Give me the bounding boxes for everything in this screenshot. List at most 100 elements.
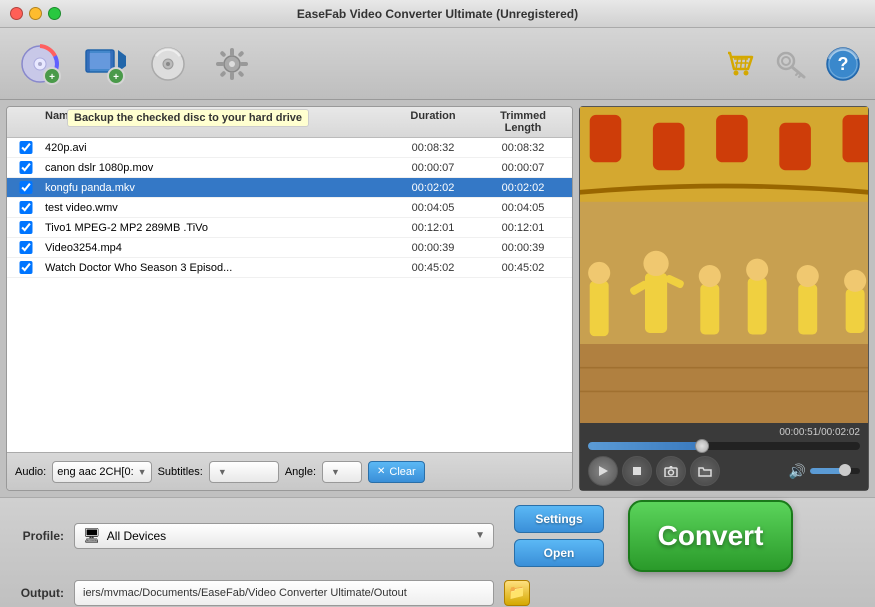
- close-button[interactable]: [10, 7, 23, 20]
- file-trimmed: 00:00:07: [478, 162, 568, 174]
- playback-controls: 🔊: [588, 456, 860, 486]
- play-button[interactable]: [588, 456, 618, 486]
- snapshot-button[interactable]: [656, 456, 686, 486]
- file-list-body: 420p.avi 00:08:32 00:08:32 canon dslr 10…: [7, 138, 572, 452]
- time-display: 00:00:51/00:02:02: [588, 427, 860, 438]
- file-list-panel: Name Duration Trimmed Length Backup the …: [6, 106, 573, 491]
- profile-value: All Devices: [107, 529, 475, 543]
- row-checkbox[interactable]: [11, 161, 41, 174]
- file-trimmed: 00:00:39: [478, 242, 568, 254]
- settings-label: Settings: [535, 512, 582, 526]
- file-name: 420p.avi: [41, 142, 388, 154]
- volume-thumb[interactable]: [839, 464, 851, 476]
- window-title: EaseFab Video Converter Ultimate (Unregi…: [297, 7, 578, 21]
- dvd-icon: +: [18, 42, 62, 86]
- minimize-button[interactable]: [29, 7, 42, 20]
- file-trimmed: 00:02:02: [478, 182, 568, 194]
- title-bar: EaseFab Video Converter Ultimate (Unregi…: [0, 0, 875, 28]
- stop-button[interactable]: [622, 456, 652, 486]
- gear-icon: [210, 42, 254, 86]
- angle-label: Angle:: [285, 466, 316, 478]
- table-row[interactable]: kongfu panda.mkv 00:02:02 00:02:02: [7, 178, 572, 198]
- subtitle-dropdown-arrow: ▼: [218, 467, 227, 477]
- clear-x-icon: ✕: [377, 466, 385, 477]
- svg-text:?: ?: [838, 54, 849, 74]
- file-trimmed: 00:12:01: [478, 222, 568, 234]
- convert-button[interactable]: Convert: [628, 500, 793, 572]
- key-button[interactable]: [769, 42, 813, 86]
- folder-button[interactable]: [690, 456, 720, 486]
- main-area: Name Duration Trimmed Length Backup the …: [0, 100, 875, 497]
- col-duration: Duration: [388, 110, 478, 134]
- file-duration: 00:02:02: [388, 182, 478, 194]
- add-dvd-button[interactable]: +: [10, 34, 70, 94]
- audio-subtitle-bar: Audio: eng aac 2CH[0: ▼ Subtitles: ▼ Ang…: [7, 452, 572, 490]
- add-video-button[interactable]: +: [74, 34, 134, 94]
- help-button[interactable]: ?: [821, 42, 865, 86]
- audio-value: eng aac 2CH[0:: [57, 466, 133, 478]
- add-video-icon: +: [82, 42, 126, 86]
- file-trimmed: 00:08:32: [478, 142, 568, 154]
- disc-icon: [146, 42, 190, 86]
- volume-slider[interactable]: [810, 468, 860, 474]
- profile-dropdown[interactable]: 🖥 All Devices ▼: [74, 523, 494, 549]
- clear-button[interactable]: ✕ Clear: [368, 461, 425, 483]
- output-folder-button[interactable]: 📁: [504, 580, 530, 606]
- angle-dropdown[interactable]: ▼: [322, 461, 362, 483]
- toolbar: + +: [0, 28, 875, 100]
- window-controls: [10, 7, 61, 20]
- file-duration: 00:45:02: [388, 262, 478, 274]
- profile-dropdown-arrow: ▼: [475, 530, 485, 541]
- progress-thumb[interactable]: [695, 439, 709, 453]
- scene-svg: [580, 107, 868, 423]
- profile-row: Profile: 🖥 All Devices ▼ Settings Open C…: [14, 500, 861, 572]
- profile-label: Profile:: [14, 529, 64, 543]
- preview-panel: 00:00:51/00:02:02: [579, 106, 869, 491]
- video-preview: [580, 107, 868, 423]
- table-row[interactable]: test video.wmv 00:04:05 00:04:05: [7, 198, 572, 218]
- file-name: kongfu panda.mkv: [41, 182, 388, 194]
- table-row[interactable]: Watch Doctor Who Season 3 Episod... 00:4…: [7, 258, 572, 278]
- file-trimmed: 00:04:05: [478, 202, 568, 214]
- subtitle-label: Subtitles:: [158, 466, 203, 478]
- table-row[interactable]: Tivo1 MPEG-2 MP2 289MB .TiVo 00:12:01 00…: [7, 218, 572, 238]
- file-duration: 00:00:07: [388, 162, 478, 174]
- file-name: canon dslr 1080p.mov: [41, 162, 388, 174]
- angle-dropdown-arrow: ▼: [331, 467, 340, 477]
- settings-button[interactable]: Settings: [514, 505, 604, 533]
- subtitle-dropdown[interactable]: ▼: [209, 461, 279, 483]
- row-checkbox[interactable]: [11, 241, 41, 254]
- col-name: Name: [41, 110, 388, 134]
- cart-button[interactable]: [717, 42, 761, 86]
- file-name: test video.wmv: [41, 202, 388, 214]
- add-iso-button[interactable]: [138, 34, 198, 94]
- settings-toolbar-button[interactable]: [202, 34, 262, 94]
- open-label: Open: [544, 546, 575, 560]
- svg-text:+: +: [113, 72, 119, 83]
- file-duration: 00:08:32: [388, 142, 478, 154]
- control-buttons: [588, 456, 720, 486]
- table-row[interactable]: canon dslr 1080p.mov 00:00:07 00:00:07: [7, 158, 572, 178]
- col-check: [11, 110, 41, 134]
- row-checkbox[interactable]: [11, 181, 41, 194]
- play-icon: [597, 465, 609, 477]
- maximize-button[interactable]: [48, 7, 61, 20]
- progress-fill: [588, 442, 702, 450]
- convert-label: Convert: [658, 520, 764, 552]
- table-row[interactable]: 420p.avi 00:08:32 00:08:32: [7, 138, 572, 158]
- row-checkbox[interactable]: [11, 261, 41, 274]
- folder-icon: 📁: [508, 584, 525, 601]
- output-row: Output: iers/mvmac/Documents/EaseFab/Vid…: [14, 580, 861, 606]
- file-name: Video3254.mp4: [41, 242, 388, 254]
- row-checkbox[interactable]: [11, 221, 41, 234]
- table-row[interactable]: Video3254.mp4 00:00:39 00:00:39: [7, 238, 572, 258]
- volume-control: 🔊: [789, 463, 860, 480]
- row-checkbox[interactable]: [11, 201, 41, 214]
- toolbar-right: ?: [717, 42, 865, 86]
- progress-bar[interactable]: [588, 442, 860, 450]
- row-checkbox[interactable]: [11, 141, 41, 154]
- audio-dropdown[interactable]: eng aac 2CH[0: ▼: [52, 461, 151, 483]
- open-button[interactable]: Open: [514, 539, 604, 567]
- file-duration: 00:00:39: [388, 242, 478, 254]
- col-trimmed: Trimmed Length: [478, 110, 568, 134]
